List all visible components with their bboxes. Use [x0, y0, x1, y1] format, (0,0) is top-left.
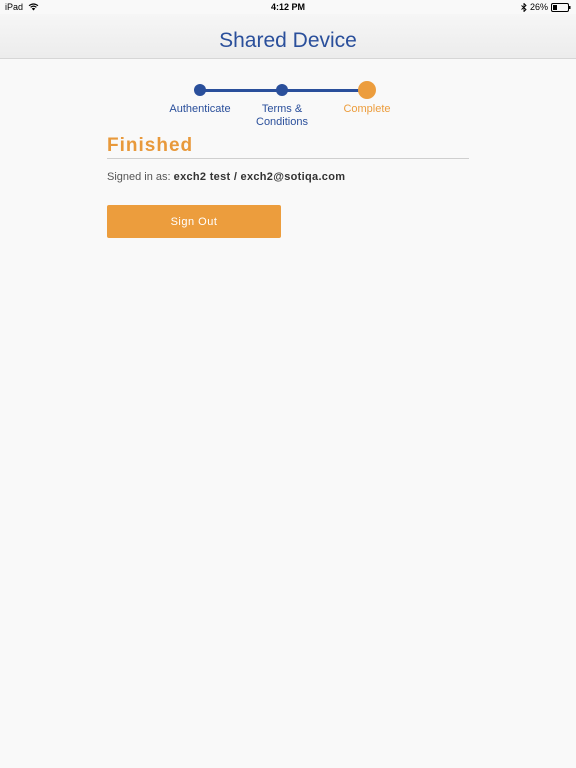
status-right: 26% — [521, 2, 571, 12]
signed-in-user: exch2 test / exch2@sotiqa.com — [173, 171, 346, 183]
signed-in-label: Signed in as: — [107, 171, 174, 183]
page-heading: Finished — [107, 135, 194, 156]
battery-icon — [551, 2, 571, 12]
progress-stepper: Authenticate Terms & Conditions Complete — [0, 78, 576, 138]
status-time: 4:12 PM — [270, 2, 305, 12]
step-dot-authenticate — [194, 84, 206, 96]
nav-bar: Shared Device — [0, 14, 576, 59]
step-connector-1 — [205, 89, 281, 92]
step-dot-terms — [276, 84, 288, 96]
step-label-authenticate: Authenticate — [169, 103, 231, 115]
step-connector-2 — [287, 89, 362, 92]
bluetooth-icon — [521, 2, 527, 12]
signed-in-info: Signed in as: exch2 test / exch2@sotiqa.… — [107, 171, 345, 183]
status-bar: iPad 4:12 PM 26% — [0, 0, 576, 14]
step-label-terms: Terms & Conditions — [256, 103, 308, 128]
step-label-complete: Complete — [343, 103, 391, 115]
heading-divider — [107, 158, 469, 159]
nav-title: Shared Device — [219, 29, 357, 52]
battery-percent: 26% — [529, 2, 548, 12]
sign-out-button[interactable]: Sign Out — [107, 205, 281, 238]
step-dot-complete — [358, 81, 376, 99]
